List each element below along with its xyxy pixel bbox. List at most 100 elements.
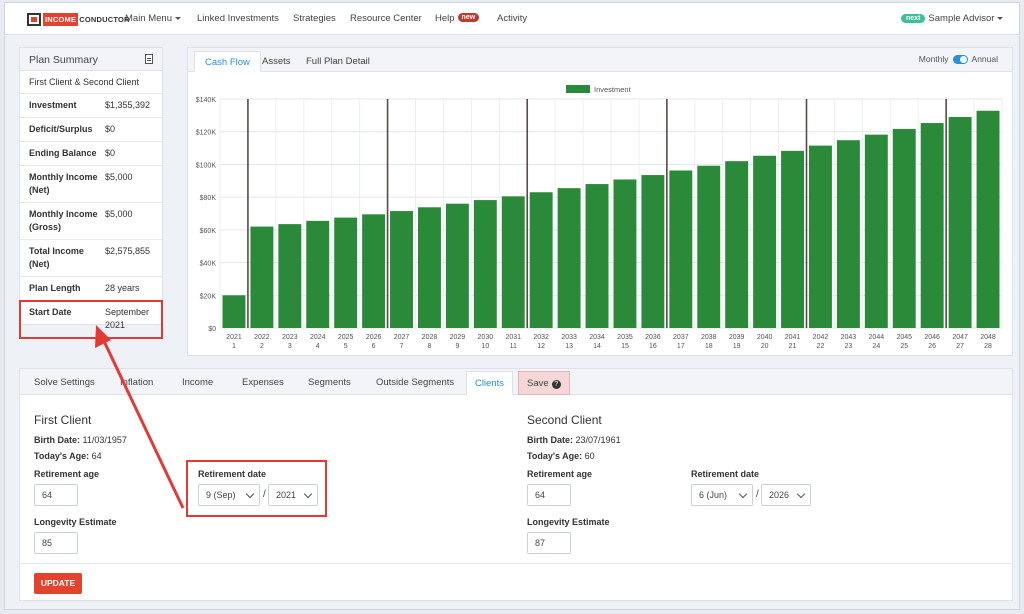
first-client-age: Today's Age: 64	[34, 451, 102, 461]
x-tick-year: 2029	[450, 334, 466, 341]
second-retirement-year-select[interactable]: 2026	[761, 484, 811, 506]
summary-value: $2,575,855	[105, 246, 151, 256]
tab-income[interactable]: Income	[174, 371, 221, 395]
user-name: Sample Advisor	[928, 13, 995, 24]
x-tick-year: 2041	[785, 334, 801, 341]
x-tick-period: 26	[928, 343, 936, 350]
investment-bar	[976, 110, 1000, 328]
summary-label: Monthly Income (Net)	[29, 172, 98, 195]
second-longevity-label: Longevity Estimate	[527, 517, 610, 527]
investment-bar	[613, 179, 637, 328]
nav-activity[interactable]: Activity	[497, 13, 527, 24]
investment-bar	[697, 165, 721, 328]
tab-segments[interactable]: Segments	[300, 371, 359, 395]
summary-row-investment: Investment $1,355,392	[20, 94, 162, 118]
x-tick-year: 2044	[869, 334, 885, 341]
x-tick-year: 2042	[813, 334, 829, 341]
summary-client-names: First Client & Second Client	[20, 71, 162, 94]
tab-clients[interactable]: Clients	[466, 371, 514, 395]
y-tick-label: $20K	[200, 293, 217, 300]
investment-bar	[278, 224, 302, 328]
x-tick-year: 2021	[226, 334, 242, 341]
summary-row-start-date: Start Date September 2021	[19, 300, 163, 339]
x-tick-period: 13	[565, 343, 573, 350]
settings-panel: Solve Settings Inflation Income Expenses…	[19, 368, 1013, 601]
income-conductor-logo[interactable]: INCOME CONDUCTOR	[27, 12, 131, 26]
x-tick-year: 2048	[980, 334, 996, 341]
x-tick-year: 2039	[729, 334, 745, 341]
document-icon[interactable]	[145, 54, 153, 64]
summary-value: 28 years	[105, 283, 140, 293]
x-tick-year: 2047	[952, 334, 968, 341]
investment-bar	[473, 200, 497, 328]
tab-expenses[interactable]: Expenses	[234, 371, 292, 395]
investment-bar	[641, 175, 665, 328]
tab-assets[interactable]: Assets	[252, 51, 301, 72]
toggle-switch[interactable]	[952, 54, 968, 64]
top-navbar: INCOME CONDUCTOR Main Menu Linked Invest…	[5, 3, 1019, 35]
second-retirement-age-label: Retirement age	[527, 469, 593, 479]
second-retirement-month-select[interactable]: 6 (Jun)	[691, 484, 753, 506]
next-badge: next	[901, 14, 926, 23]
tab-full-plan-detail[interactable]: Full Plan Detail	[296, 51, 380, 72]
summary-row-deficit-surplus: Deficit/Surplus $0	[20, 118, 162, 142]
x-tick-year: 2043	[841, 334, 857, 341]
x-tick-year: 2026	[366, 334, 382, 341]
investment-bar	[585, 184, 609, 328]
summary-row-monthly-income-net: Monthly Income (Net) $5,000	[20, 166, 162, 203]
investment-bar	[250, 226, 274, 328]
x-tick-year: 2045	[896, 334, 912, 341]
second-retirement-age-input[interactable]: 64	[527, 484, 571, 506]
logo-icon	[27, 12, 41, 26]
monthly-annual-toggle[interactable]: Monthly Annual	[919, 54, 998, 64]
settings-tabs: Solve Settings Inflation Income Expenses…	[20, 369, 1012, 395]
birth-date-value: 23/07/1961	[575, 435, 621, 445]
x-tick-year: 2038	[701, 334, 717, 341]
nav-linked-investments[interactable]: Linked Investments	[197, 13, 279, 24]
tab-outside-segments[interactable]: Outside Segments	[368, 371, 462, 395]
investment-bar	[864, 134, 888, 328]
first-longevity-input[interactable]: 85	[34, 532, 78, 554]
x-tick-period: 7	[400, 343, 404, 350]
tab-inflation[interactable]: Inflation	[112, 371, 161, 395]
summary-value: $5,000	[105, 172, 133, 182]
logo-text-conductor: CONDUCTOR	[79, 14, 130, 24]
first-client-birth-date: Birth Date: 11/03/1957	[34, 435, 127, 445]
investment-bar	[418, 207, 441, 328]
update-button[interactable]: UPDATE	[34, 573, 82, 594]
cash-flow-chart: $0$20K$40K$60K$80K$100K$120K$140K 202112…	[196, 85, 1003, 350]
x-tick-year: 2036	[645, 334, 661, 341]
plan-summary-header: Plan Summary	[20, 48, 162, 71]
y-tick-label: $80K	[200, 195, 217, 202]
main-menu-label: Main Menu	[125, 13, 172, 24]
x-tick-period: 25	[900, 343, 908, 350]
summary-row-total-income-net: Total Income (Net) $2,575,855	[20, 240, 162, 277]
x-tick-period: 27	[956, 343, 964, 350]
nav-strategies[interactable]: Strategies	[293, 13, 336, 24]
x-tick-period: 1	[232, 343, 236, 350]
summary-label: Start Date	[29, 307, 72, 317]
second-longevity-input[interactable]: 87	[527, 532, 571, 554]
first-client-title: First Client	[34, 413, 92, 427]
plan-summary-panel: Plan Summary First Client & Second Clien…	[19, 47, 163, 339]
tab-solve-settings[interactable]: Solve Settings	[26, 371, 103, 395]
x-tick-period: 5	[344, 343, 348, 350]
tab-cash-flow[interactable]: Cash Flow	[194, 51, 261, 72]
main-menu-dropdown[interactable]: Main Menu	[125, 13, 181, 24]
x-tick-year: 2024	[310, 334, 326, 341]
divider	[20, 563, 1012, 564]
investment-bar	[529, 192, 553, 328]
tab-save[interactable]: Save?	[518, 371, 570, 395]
highlight-box	[186, 460, 327, 517]
nav-resource-center[interactable]: Resource Center	[350, 13, 422, 24]
save-label: Save	[527, 378, 549, 389]
x-tick-period: 17	[677, 343, 685, 350]
chart-panel: Cash Flow Assets Full Plan Detail Monthl…	[187, 47, 1013, 356]
toggle-label-annual: Annual	[971, 54, 998, 64]
user-menu-dropdown[interactable]: next Sample Advisor	[901, 13, 1004, 24]
investment-bar	[920, 123, 944, 328]
first-retirement-age-input[interactable]: 64	[34, 484, 78, 506]
nav-help[interactable]: Help new	[435, 13, 480, 24]
investment-bar	[306, 220, 330, 328]
x-tick-year: 2027	[394, 334, 410, 341]
